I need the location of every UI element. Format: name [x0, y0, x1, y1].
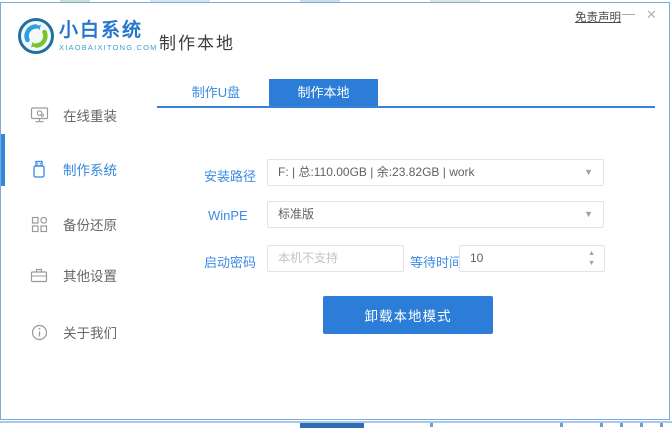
uninstall-local-mode-button[interactable]: 卸载本地模式: [323, 296, 493, 334]
winpe-select[interactable]: 标准版 ▼: [267, 201, 604, 228]
install-path-value: F: | 总:110.00GB | 余:23.82GB | work: [278, 165, 475, 179]
sidebar-item-about-us[interactable]: 关于我们: [29, 321, 117, 343]
minimize-button[interactable]: —: [622, 6, 635, 21]
sidebar-item-label: 制作系统: [63, 159, 117, 179]
sidebar-item-online-reinstall[interactable]: 在线重装: [29, 104, 117, 126]
desktop-bottom-sliver: [0, 421, 672, 428]
disclaimer-link[interactable]: 免责声明: [575, 9, 621, 25]
app-screenshot: 免责声明 — ✕ 小白系统 XIAOBAIXITONG.COM 制作本地: [0, 0, 672, 428]
sidebar-item-make-system[interactable]: 制作系统: [29, 158, 117, 180]
sidebar-item-label: 在线重装: [63, 105, 117, 125]
chevron-down-icon: ▼: [584, 202, 593, 227]
toolbox-icon: [29, 265, 49, 285]
wait-time-value: 10: [470, 251, 483, 265]
brand-block: 小白系统 XIAOBAIXITONG.COM: [59, 21, 158, 52]
winpe-value: 标准版: [278, 207, 314, 221]
wait-time-label: 等待时间: [410, 252, 462, 271]
app-logo-icon: [17, 17, 55, 55]
sidebar-item-other-settings[interactable]: 其他设置: [29, 264, 117, 286]
tab-make-local[interactable]: 制作本地: [269, 79, 378, 106]
install-path-select[interactable]: F: | 总:110.00GB | 余:23.82GB | work ▼: [267, 159, 604, 186]
sidebar-item-label: 其他设置: [63, 265, 117, 285]
monitor-reinstall-icon: [29, 105, 49, 125]
winpe-label: WinPE: [208, 208, 248, 223]
sidebar-item-label: 关于我们: [63, 322, 117, 342]
boot-password-label: 启动密码: [204, 252, 256, 271]
sidebar-item-label: 备份还原: [63, 214, 117, 234]
tab-bar: 制作U盘 制作本地: [157, 79, 655, 108]
info-icon: [29, 322, 49, 342]
backup-restore-icon: [29, 214, 49, 234]
boot-password-placeholder: 本机不支持: [278, 251, 338, 265]
brand-domain: XIAOBAIXITONG.COM: [59, 43, 158, 52]
tab-make-usb[interactable]: 制作U盘: [171, 79, 261, 106]
brand-name: 小白系统: [59, 21, 158, 41]
sidebar-item-backup-restore[interactable]: 备份还原: [29, 213, 117, 235]
chevron-down-icon: ▼: [584, 160, 593, 185]
app-window: 免责声明 — ✕ 小白系统 XIAOBAIXITONG.COM 制作本地: [0, 2, 670, 420]
wait-time-input[interactable]: 10 ▲▼: [459, 245, 605, 272]
spinner-up-icon[interactable]: ▲: [588, 249, 595, 259]
page-title: 制作本地: [159, 29, 235, 54]
usb-drive-icon: [29, 159, 49, 179]
install-path-label: 安装路径: [204, 166, 256, 185]
boot-password-input[interactable]: 本机不支持: [267, 245, 404, 272]
number-stepper[interactable]: ▲▼: [588, 249, 595, 269]
spinner-down-icon[interactable]: ▼: [588, 259, 595, 269]
sidebar-active-indicator: [1, 134, 5, 186]
close-button[interactable]: ✕: [646, 7, 657, 23]
